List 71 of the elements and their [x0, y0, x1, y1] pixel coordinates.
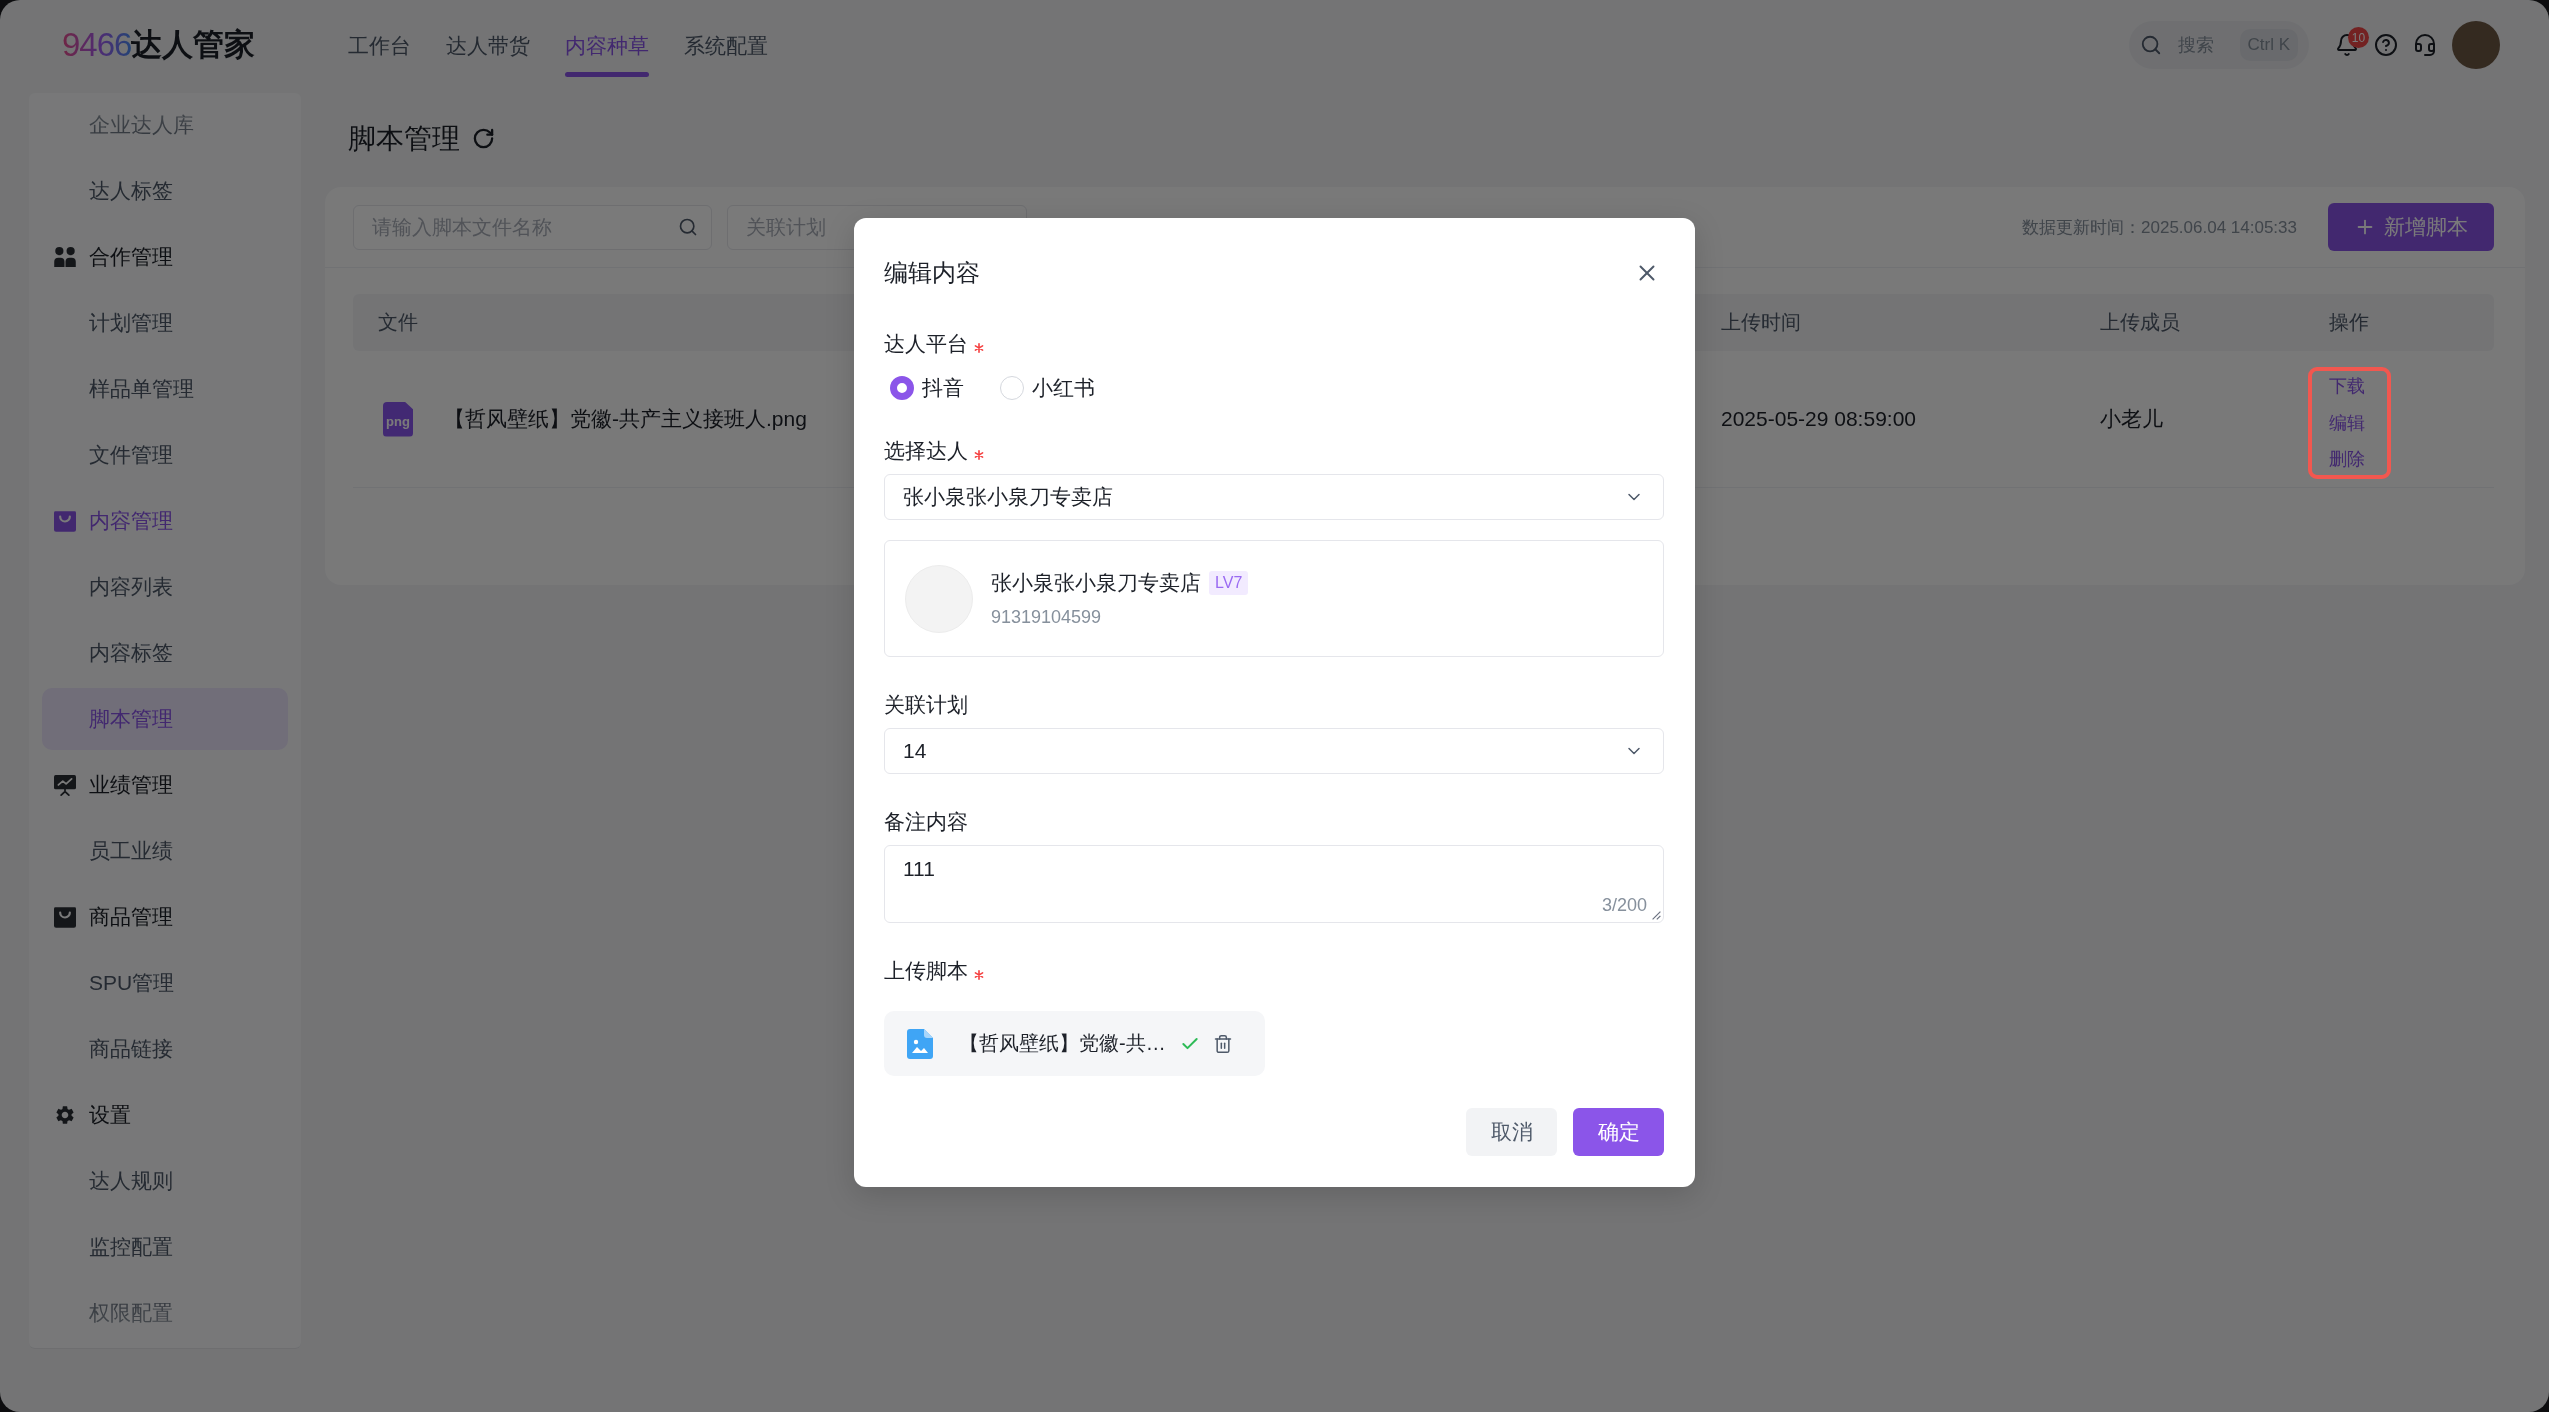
field-label: 备注内容 — [884, 809, 968, 835]
sidebar-item[interactable]: 企业达人库 — [42, 94, 288, 156]
resize-handle-icon[interactable] — [1651, 910, 1661, 920]
field-label: 选择达人 — [884, 438, 968, 464]
sidebar-group[interactable]: 商品管理 — [42, 886, 288, 948]
char-count: 3/200 — [1601, 895, 1647, 915]
level-badge: LV7 — [1209, 570, 1249, 595]
add-script-button[interactable]: 新增脚本 — [2328, 203, 2494, 251]
search-icon — [2140, 34, 2162, 56]
sidebar-item[interactable]: 样品单管理 — [42, 358, 288, 420]
sidebar-item[interactable]: 权限配置 — [42, 1282, 288, 1344]
sidebar-item[interactable]: 达人标签 — [42, 160, 288, 222]
sidebar-item[interactable]: 内容列表 — [42, 556, 288, 618]
presentation-chart-icon — [54, 774, 76, 796]
column-header: 上传时间 — [1721, 310, 1801, 335]
table-cell-text: 小老儿 — [2100, 406, 2163, 432]
sidebar-item[interactable]: 文件管理 — [42, 424, 288, 486]
file-name: 【哲风壁纸】党徽-共产主义接班人.png — [444, 406, 807, 432]
file-type-icon: png — [383, 401, 413, 437]
column-header: 文件 — [378, 310, 418, 335]
table-cell: 2025-05-29 08:59:00 — [1721, 407, 1916, 431]
influencer-id: 91319104599 — [991, 605, 1103, 629]
influencer-name: 张小泉张小泉刀专卖店 — [991, 569, 1201, 596]
field-label: 上传脚本 — [884, 958, 968, 984]
sidebar-group[interactable]: 设置 — [42, 1084, 288, 1146]
action-link[interactable]: 编辑 — [2329, 404, 2365, 442]
sidebar-item[interactable]: 监控配置 — [42, 1216, 288, 1278]
people-icon — [54, 247, 76, 267]
action-link[interactable]: 删除 — [2329, 441, 2365, 478]
file-name: 【哲风壁纸】党徽-共… — [959, 1031, 1166, 1056]
shopping-bag-icon — [54, 906, 76, 928]
update-time-text: 数据更新时间：2025.06.04 14:05:33 — [2022, 216, 2297, 239]
sidebar-group[interactable]: 内容管理 — [42, 490, 288, 552]
headset-icon[interactable] — [2413, 33, 2437, 57]
column-header: 操作 — [2329, 310, 2369, 335]
radio-label[interactable]: 抖音 — [922, 374, 964, 402]
field-label: 关联计划 — [884, 692, 968, 718]
logo-text: 达人管家 — [131, 26, 256, 64]
search-icon — [678, 216, 698, 237]
field-label: 达人平台 — [884, 331, 968, 357]
nav-tab[interactable]: 工作台 — [348, 13, 411, 77]
nav-tab[interactable]: 内容种草 — [565, 13, 649, 77]
notification-badge: 10 — [2348, 27, 2369, 48]
refresh-icon[interactable] — [472, 127, 495, 150]
sidebar-item[interactable]: SPU管理 — [42, 952, 288, 1014]
radio-label[interactable]: 小红书 — [1032, 374, 1095, 402]
select-field[interactable]: 14 — [884, 728, 1664, 774]
page-title: 脚本管理 — [348, 121, 460, 156]
dialog-button[interactable]: 确定 — [1573, 1108, 1664, 1156]
trash-icon[interactable] — [1212, 1033, 1233, 1054]
image-file-icon — [907, 1028, 933, 1059]
settings-icon — [54, 1104, 76, 1126]
nav-tab[interactable]: 系统配置 — [684, 13, 768, 77]
sidebar-item[interactable]: 内容标签 — [42, 622, 288, 684]
nav-tab[interactable]: 达人带货 — [446, 13, 530, 77]
help-icon[interactable] — [2374, 33, 2398, 57]
dialog-title: 编辑内容 — [884, 258, 980, 288]
select-field[interactable]: 张小泉张小泉刀专卖店 — [884, 474, 1664, 520]
action-link[interactable]: 下载 — [2329, 368, 2365, 405]
column-header: 上传成员 — [2100, 310, 2180, 335]
sidebar-group[interactable]: 合作管理 — [42, 226, 288, 288]
sidebar-item[interactable]: 达人规则 — [42, 1150, 288, 1212]
sidebar-item[interactable]: 商品链接 — [42, 1018, 288, 1080]
shopping-bag-icon — [54, 510, 76, 532]
user-avatar[interactable] — [2452, 21, 2500, 69]
sidebar-item[interactable]: 脚本管理 — [42, 688, 288, 750]
sidebar-item[interactable]: 计划管理 — [42, 292, 288, 354]
sidebar-group[interactable]: 业绩管理 — [42, 754, 288, 816]
dialog-button[interactable]: 取消 — [1466, 1108, 1557, 1156]
sidebar-item[interactable]: 员工业绩 — [42, 820, 288, 882]
radio-button[interactable] — [890, 376, 914, 400]
